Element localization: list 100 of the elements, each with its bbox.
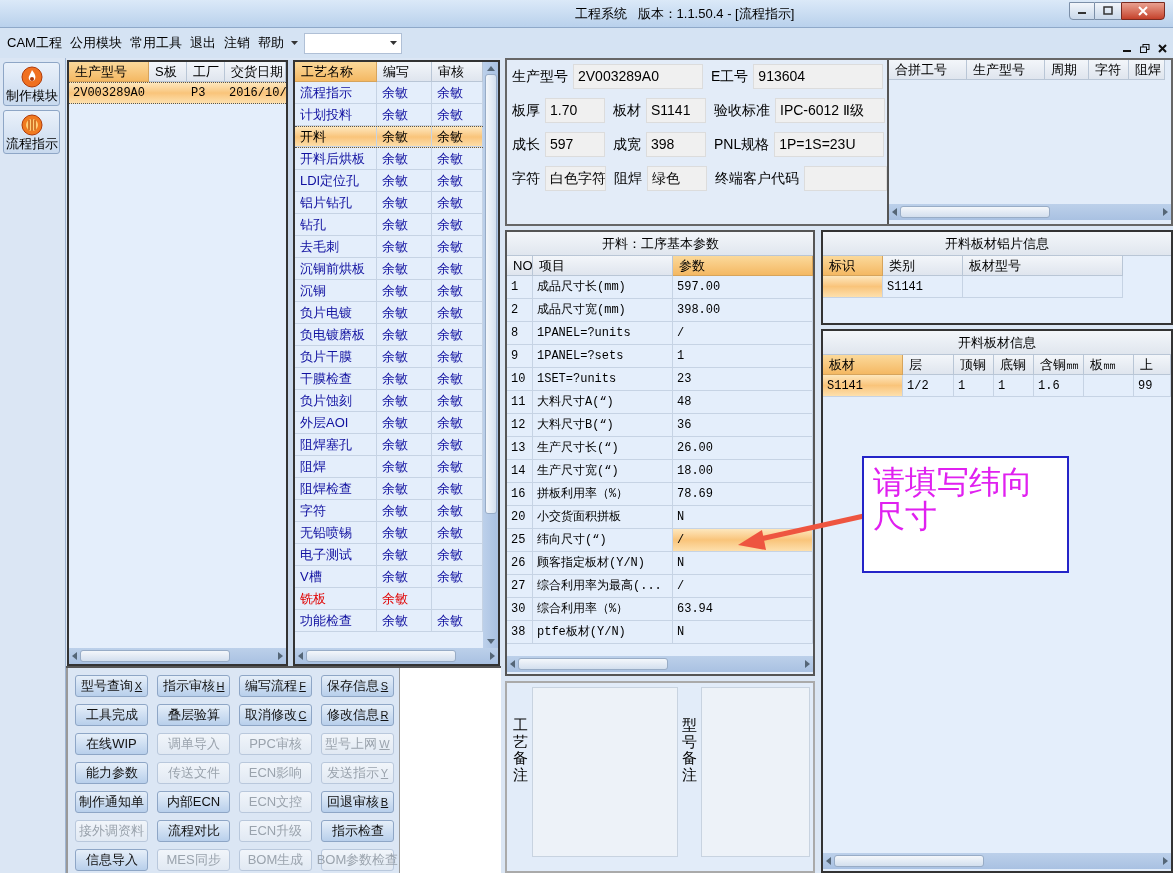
- column-header[interactable]: 参数: [673, 256, 813, 276]
- left-arrow-icon[interactable]: [72, 652, 77, 660]
- table-cell[interactable]: [823, 276, 883, 298]
- toolbar-button[interactable]: 工具完成: [75, 704, 148, 726]
- table-cell: 余敏: [377, 412, 432, 434]
- column-header[interactable]: 字符: [1089, 60, 1129, 80]
- column-header[interactable]: 工厂: [187, 62, 225, 82]
- right-arrow-icon[interactable]: [490, 652, 495, 660]
- toolbar-button[interactable]: 叠层验算: [157, 704, 230, 726]
- module-button[interactable]: 流程指示: [3, 110, 60, 154]
- remark-field[interactable]: [701, 687, 810, 857]
- right-arrow-icon[interactable]: [1163, 208, 1168, 216]
- input-field[interactable]: IPC-6012 Ⅱ级: [775, 98, 885, 123]
- column-header[interactable]: 生产型号: [967, 60, 1045, 80]
- column-header[interactable]: 合拼工号: [889, 60, 967, 80]
- toolbar-button[interactable]: 在线WIP: [75, 733, 148, 755]
- up-arrow-icon[interactable]: [486, 66, 495, 71]
- right-arrow-icon[interactable]: [1163, 857, 1168, 865]
- caret-icon[interactable]: [290, 41, 298, 45]
- toolbar-button[interactable]: 信息导入: [75, 849, 148, 871]
- down-arrow-icon[interactable]: [486, 639, 495, 644]
- left-arrow-icon[interactable]: [892, 208, 897, 216]
- toolbar-button[interactable]: 流程对比: [157, 820, 230, 842]
- table-title: 开料板材铝片信息: [823, 232, 1171, 256]
- horizontal-scrollbar[interactable]: [823, 853, 1171, 869]
- column-header[interactable]: 标识: [823, 256, 883, 276]
- column-header[interactable]: 生产型号: [69, 62, 149, 82]
- menu-item[interactable]: 退出: [186, 33, 219, 53]
- input-field[interactable]: 597: [545, 132, 605, 157]
- table-cell: 外层AOI: [295, 412, 377, 434]
- table-cell: 1PANEL=?units: [533, 322, 673, 345]
- column-header[interactable]: 项目: [533, 256, 673, 276]
- right-arrow-icon[interactable]: [278, 652, 283, 660]
- menu-item[interactable]: 注销: [220, 33, 253, 53]
- table-cell: /: [673, 575, 813, 598]
- input-field[interactable]: S1141: [646, 98, 706, 123]
- column-header[interactable]: 板㎜: [1084, 355, 1134, 375]
- table-cell: 13: [507, 437, 533, 460]
- restore-icon[interactable]: [1140, 43, 1150, 53]
- input-field[interactable]: 白色字符: [545, 166, 607, 191]
- menu-item[interactable]: 常用工具: [126, 33, 185, 53]
- input-field[interactable]: 1.70: [545, 98, 605, 123]
- toolbar-button[interactable]: 指示审核 H: [157, 675, 230, 697]
- input-field[interactable]: 913604: [753, 64, 884, 89]
- toolbar-button[interactable]: 修改信息R: [321, 704, 394, 726]
- column-header[interactable]: 层: [903, 355, 954, 375]
- column-header[interactable]: S板: [149, 62, 187, 82]
- dropdown[interactable]: [303, 32, 402, 54]
- column-header[interactable]: 周期: [1045, 60, 1089, 80]
- horizontal-scrollbar[interactable]: [507, 656, 813, 672]
- horizontal-scrollbar[interactable]: [295, 648, 498, 664]
- left-arrow-icon[interactable]: [826, 857, 831, 865]
- toolbar-button[interactable]: 制作通知单: [75, 791, 148, 813]
- column-header[interactable]: 审核: [432, 62, 483, 82]
- horizontal-scrollbar[interactable]: [69, 648, 286, 664]
- table-cell: 30: [507, 598, 533, 621]
- column-header[interactable]: 交货日期: [225, 62, 286, 82]
- column-header[interactable]: 类别: [883, 256, 963, 276]
- column-header[interactable]: NO: [507, 256, 533, 276]
- toolbar-button[interactable]: 指示检查: [321, 820, 394, 842]
- maximize-button[interactable]: [1095, 1, 1121, 20]
- table-cell: 1: [994, 375, 1034, 397]
- input-field[interactable]: [803, 166, 887, 191]
- column-header[interactable]: 板材型号: [963, 256, 1123, 276]
- column-header[interactable]: 板材: [823, 355, 903, 375]
- toolbar-button[interactable]: 型号查询 X: [75, 675, 148, 697]
- toolbar-button[interactable]: 编写流程 F: [239, 675, 312, 697]
- toolbar-button[interactable]: 内部ECN: [157, 791, 230, 813]
- left-arrow-icon[interactable]: [298, 652, 303, 660]
- table-cell: 1: [673, 345, 813, 368]
- menu-item[interactable]: CAM工程: [4, 33, 65, 53]
- column-header[interactable]: 阻焊: [1129, 60, 1165, 80]
- table-cell: 成品尺寸宽(mm): [533, 299, 673, 322]
- menu-item[interactable]: 公用模块: [66, 33, 125, 53]
- horizontal-scrollbar[interactable]: [889, 204, 1171, 220]
- toolbar-button[interactable]: 保存信息S: [321, 675, 394, 697]
- menu-item[interactable]: 帮助: [254, 33, 287, 53]
- column-header[interactable]: 编写: [377, 62, 432, 82]
- left-arrow-icon[interactable]: [510, 660, 515, 668]
- input-field[interactable]: 1P=1S=23U: [774, 132, 885, 157]
- column-header[interactable]: 底铜: [994, 355, 1034, 375]
- minimize-button[interactable]: [1069, 1, 1095, 20]
- column-header[interactable]: 含铜㎜: [1034, 355, 1084, 375]
- input-field[interactable]: 398: [646, 132, 706, 157]
- input-field[interactable]: 2V003289A0: [573, 64, 703, 89]
- right-arrow-icon[interactable]: [805, 660, 810, 668]
- column-header[interactable]: 工艺名称: [295, 62, 377, 82]
- close-button[interactable]: [1121, 1, 1165, 20]
- column-header[interactable]: 上: [1134, 355, 1171, 375]
- toolbar-button[interactable]: 能力参数: [75, 762, 148, 784]
- toolbar-button[interactable]: 回退审核 B: [321, 791, 394, 813]
- module-button[interactable]: 制作模块: [3, 62, 60, 106]
- input-field[interactable]: 绿色: [647, 166, 707, 191]
- remark-field[interactable]: [532, 687, 678, 857]
- table-cell: 23: [673, 368, 813, 391]
- table-cell: 余敏: [377, 192, 432, 214]
- toolbar-button[interactable]: 取消修改 C: [239, 704, 312, 726]
- vertical-scrollbar[interactable]: [483, 62, 498, 648]
- close-icon[interactable]: [1158, 43, 1167, 53]
- column-header[interactable]: 顶铜: [954, 355, 994, 375]
